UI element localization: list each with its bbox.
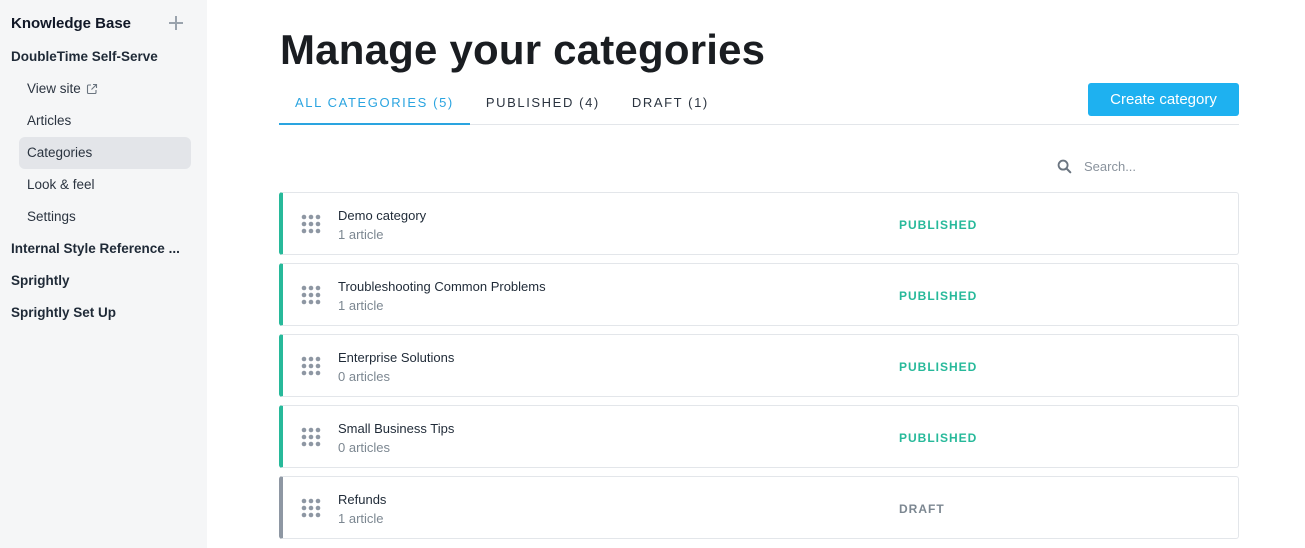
status-badge: PUBLISHED: [899, 218, 978, 232]
drag-handle-icon[interactable]: [300, 426, 322, 448]
status-badge: PUBLISHED: [899, 431, 978, 445]
nav-item-view-site[interactable]: View site: [19, 73, 191, 105]
main-content: Manage your categories ALL CATEGORIES (5…: [207, 0, 1305, 548]
nav-item-label: Categories: [27, 145, 93, 160]
nav-item-look-and-feel[interactable]: Look & feel: [19, 169, 191, 201]
nav-group-doubletime[interactable]: DoubleTime Self-Serve: [0, 41, 207, 73]
status-badge: PUBLISHED: [899, 360, 978, 374]
category-row[interactable]: Refunds 1 article DRAFT: [279, 476, 1239, 539]
search-box: [1057, 156, 1204, 176]
external-link-icon: [86, 83, 97, 95]
category-article-count: 0 articles: [338, 369, 391, 384]
nav-item-label: Settings: [27, 209, 76, 224]
add-knowledge-base-icon[interactable]: [169, 16, 183, 30]
category-article-count: 1 article: [338, 298, 384, 313]
app-root: Knowledge Base DoubleTime Self-Serve Vie…: [0, 0, 1305, 548]
category-row[interactable]: Demo category 1 article PUBLISHED: [279, 192, 1239, 255]
category-row[interactable]: Enterprise Solutions 0 articles PUBLISHE…: [279, 334, 1239, 397]
nav-group-sprightly-set-up[interactable]: Sprightly Set Up: [0, 297, 207, 329]
nav-item-label: Articles: [27, 113, 72, 128]
drag-handle-icon[interactable]: [300, 355, 322, 377]
category-row[interactable]: Small Business Tips 0 articles PUBLISHED: [279, 405, 1239, 468]
category-name[interactable]: Demo category: [338, 208, 426, 223]
drag-handle-icon[interactable]: [300, 213, 322, 235]
nav-item-label: View site: [27, 81, 81, 96]
category-name[interactable]: Troubleshooting Common Problems: [338, 279, 546, 294]
tab-published[interactable]: PUBLISHED (4): [470, 82, 616, 125]
status-badge: PUBLISHED: [899, 289, 978, 303]
category-name[interactable]: Small Business Tips: [338, 421, 454, 436]
kb-header: Knowledge Base: [0, 12, 207, 34]
nav-item-articles[interactable]: Articles: [19, 105, 191, 137]
category-name[interactable]: Refunds: [338, 492, 386, 507]
nav-group-internal-style-reference[interactable]: Internal Style Reference ...: [0, 233, 207, 265]
drag-handle-icon[interactable]: [300, 284, 322, 306]
category-article-count: 1 article: [338, 227, 384, 242]
search-icon: [1057, 159, 1072, 173]
tab-all-categories[interactable]: ALL CATEGORIES (5): [279, 82, 470, 125]
category-article-count: 1 article: [338, 511, 384, 526]
category-row[interactable]: Troubleshooting Common Problems 1 articl…: [279, 263, 1239, 326]
tab-draft[interactable]: DRAFT (1): [616, 82, 725, 125]
nav-group-sprightly[interactable]: Sprightly: [0, 265, 207, 297]
category-list: Demo category 1 article PUBLISHED Troubl…: [279, 192, 1239, 547]
page-title: Manage your categories: [280, 26, 766, 73]
nav-item-settings[interactable]: Settings: [19, 201, 191, 233]
status-badge: DRAFT: [899, 502, 945, 516]
sidebar: Knowledge Base DoubleTime Self-Serve Vie…: [0, 0, 207, 548]
nav-item-categories[interactable]: Categories: [19, 137, 191, 169]
category-name[interactable]: Enterprise Solutions: [338, 350, 454, 365]
category-article-count: 0 articles: [338, 440, 391, 455]
kb-title: Knowledge Base: [11, 14, 132, 32]
search-input[interactable]: [1084, 158, 1204, 174]
nav-item-label: Look & feel: [27, 177, 95, 192]
drag-handle-icon[interactable]: [300, 497, 322, 519]
create-category-button[interactable]: Create category: [1088, 83, 1239, 116]
